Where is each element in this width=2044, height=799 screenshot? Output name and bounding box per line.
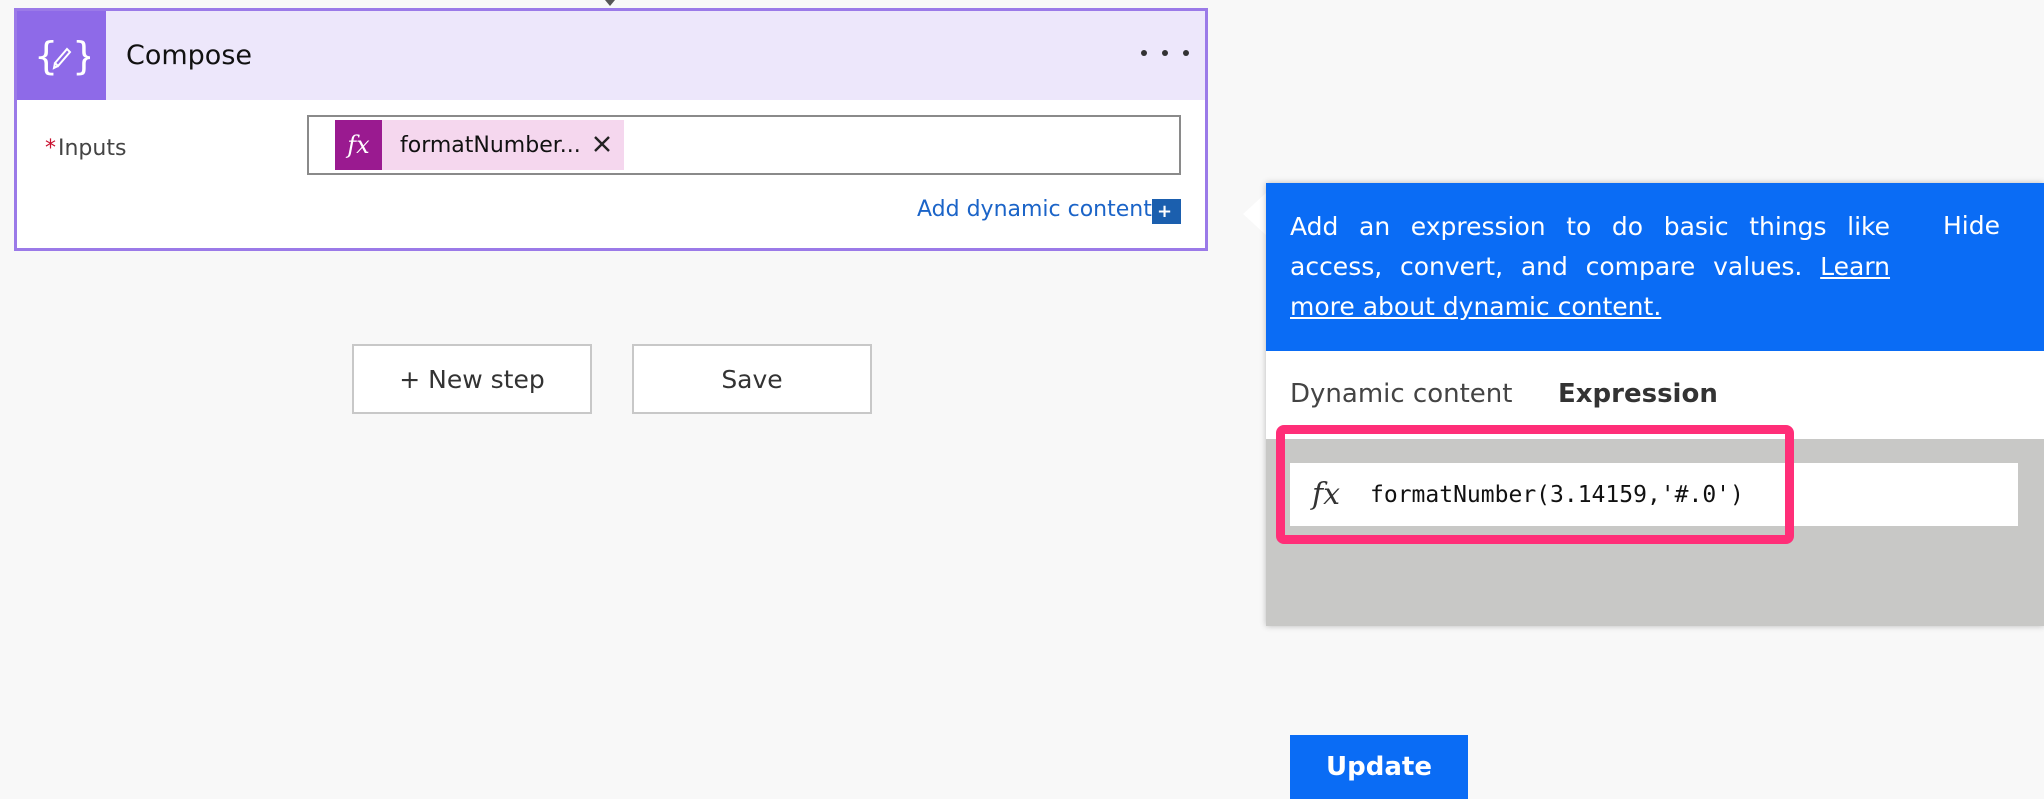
token-text: formatNumber... — [400, 132, 581, 158]
expression-area: fx formatNumber(3.14159,'#.0') Update — [1266, 439, 2044, 799]
banner-text: Add an expression to do basic things lik… — [1290, 207, 1890, 327]
svg-text:}: } — [72, 34, 90, 78]
expression-text[interactable]: formatNumber(3.14159,'#.0') — [1370, 482, 1744, 508]
banner-description: Add an expression to do basic things lik… — [1290, 212, 1890, 281]
svg-text:{: { — [34, 34, 58, 78]
tab-dynamic-content[interactable]: Dynamic content — [1290, 379, 1512, 409]
panel-pointer — [1243, 192, 1267, 236]
fx-icon: fx — [1311, 477, 1341, 512]
expression-panel: Add an expression to do basic things lik… — [1266, 183, 2044, 799]
expression-token[interactable]: fx formatNumber... — [335, 120, 624, 170]
inputs-field[interactable]: fx formatNumber... — [307, 115, 1181, 175]
update-button[interactable]: Update — [1290, 735, 1468, 799]
tab-expression[interactable]: Expression — [1558, 379, 1718, 409]
save-button[interactable]: Save — [632, 344, 872, 414]
new-step-button[interactable]: + New step — [352, 344, 592, 414]
more-dots-icon[interactable] — [1141, 36, 1189, 70]
card-header[interactable]: { } Compose — [17, 11, 1205, 100]
inputs-label: *Inputs — [45, 136, 126, 161]
inputs-label-text: Inputs — [58, 136, 127, 161]
expression-input[interactable]: fx formatNumber(3.14159,'#.0') — [1290, 463, 2018, 526]
close-icon[interactable] — [588, 130, 616, 158]
curly-braces-pencil-icon: { } — [17, 11, 106, 100]
compose-action-card: { } Compose *Inputs fx formatNumber... A… — [14, 8, 1208, 251]
required-mark: * — [45, 136, 56, 161]
add-dynamic-content-link[interactable]: Add dynamic content — [917, 197, 1152, 222]
info-banner: Add an expression to do basic things lik… — [1266, 183, 2044, 351]
fx-icon: fx — [335, 120, 382, 170]
hide-button[interactable]: Hide — [1943, 211, 2000, 240]
card-title: Compose — [126, 40, 253, 71]
add-plus-icon[interactable]: + — [1152, 199, 1181, 224]
